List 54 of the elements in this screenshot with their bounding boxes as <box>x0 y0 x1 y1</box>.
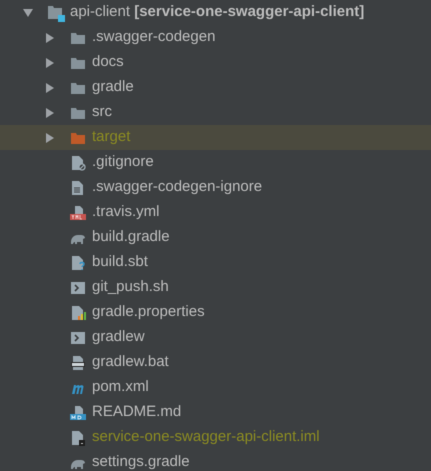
expand-arrow-icon[interactable] <box>45 132 55 142</box>
file-name: gradle <box>92 77 134 98</box>
expand-arrow-icon[interactable] <box>45 108 55 118</box>
module-folder-icon <box>47 4 65 22</box>
expand-arrow-icon[interactable] <box>45 32 55 42</box>
file-name: gradlew <box>92 327 145 348</box>
file-blocked-icon <box>70 154 86 170</box>
file-name: build.sbt <box>92 252 148 272</box>
file-name: target <box>92 127 130 148</box>
tree-row[interactable]: git_push.sh <box>0 275 431 300</box>
file-chart-icon <box>70 304 86 320</box>
file-name: .swagger-codegen-ignore <box>92 177 262 198</box>
file-name: pom.xml <box>92 377 149 398</box>
file-name: README.md <box>92 402 182 422</box>
file-name: gradle.properties <box>92 302 205 322</box>
file-name: .swagger-codegen <box>92 27 216 48</box>
tree-row[interactable]: build.gradle <box>0 225 431 250</box>
tree-row[interactable]: gradle.properties <box>0 300 431 325</box>
expand-arrow-icon[interactable] <box>45 58 55 68</box>
tree-row[interactable]: service-one-swagger-api-client.iml <box>0 425 431 450</box>
tree-row[interactable]: pom.xml <box>0 375 431 400</box>
tree-row[interactable]: build.sbt <box>0 250 431 275</box>
markdown-file-icon <box>70 404 86 420</box>
file-name: settings.gradle <box>92 452 190 471</box>
file-name: .travis.yml <box>92 202 160 222</box>
tree-row[interactable]: docs <box>0 50 431 75</box>
tree-row[interactable]: gradle <box>0 75 431 100</box>
file-name: service-one-swagger-api-client.iml <box>92 427 320 448</box>
tree-row[interactable]: .travis.yml <box>0 200 431 225</box>
file-name: build.gradle <box>92 227 170 248</box>
tree-row[interactable]: gradlew <box>0 325 431 350</box>
expand-arrow-icon[interactable] <box>45 82 55 92</box>
file-name: git_push.sh <box>92 277 169 298</box>
tree-row[interactable]: .swagger-codegen <box>0 25 431 50</box>
file-name: .gitignore <box>92 152 154 172</box>
tree-row[interactable]: gradlew.bat <box>0 350 431 375</box>
collapse-arrow-icon[interactable] <box>23 8 33 18</box>
file-name: docs <box>92 52 124 72</box>
text-file-icon <box>70 180 86 196</box>
batch-file-icon <box>70 354 86 370</box>
file-question-icon <box>70 254 86 270</box>
tree-row[interactable]: src <box>0 100 431 125</box>
terminal-icon <box>70 280 86 296</box>
tree-row[interactable]: README.md <box>0 400 431 425</box>
yaml-file-icon <box>70 204 86 220</box>
terminal-icon <box>70 330 86 346</box>
tree-row[interactable]: .gitignore <box>0 150 431 175</box>
project-name: api-client [service-one-swagger-api-client] <box>70 2 364 22</box>
file-name: src <box>92 102 112 122</box>
tree-row[interactable]: api-client [service-one-swagger-api-client] <box>0 0 431 25</box>
tree-row[interactable]: settings.gradle <box>0 450 431 471</box>
tree-row[interactable]: .swagger-codegen-ignore <box>0 175 431 200</box>
module-file-icon <box>70 430 86 446</box>
file-name: gradlew.bat <box>92 352 169 372</box>
